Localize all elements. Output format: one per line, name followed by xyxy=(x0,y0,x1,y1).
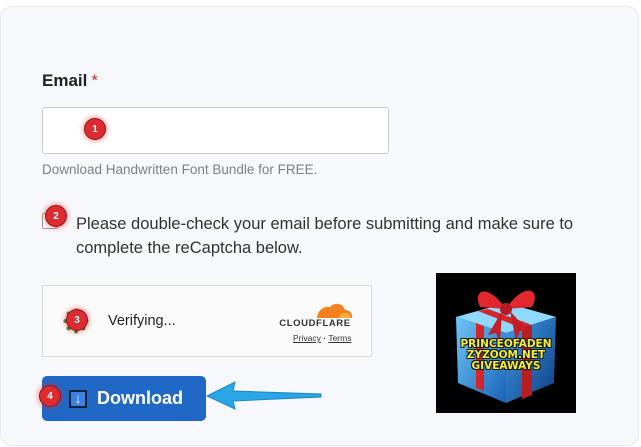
email-hint: Download Handwritten Font Bundle for FRE… xyxy=(42,162,318,177)
giveaway-gift-image: PRINCEOFADEN ZYZOOM.NET GIVEAWAYS xyxy=(436,273,576,413)
subscribe-form-card: Email * Download Handwritten Font Bundle … xyxy=(0,6,639,446)
download-button-label: Download xyxy=(97,388,183,408)
email-label-text: Email xyxy=(42,71,88,90)
annotation-badge-2: 2 xyxy=(45,205,67,227)
cloudflare-wordmark: CLOUDFLARE xyxy=(279,318,351,329)
download-arrow-icon: ↓ xyxy=(69,389,87,408)
email-label: Email * xyxy=(42,71,98,91)
required-asterisk: * xyxy=(91,71,98,90)
annotation-badge-4: 4 xyxy=(39,385,61,407)
annotation-badge-1: 1 xyxy=(84,118,106,140)
privacy-link[interactable]: Privacy xyxy=(293,333,321,343)
giveaway-text: PRINCEOFADEN ZYZOOM.NET GIVEAWAYS xyxy=(436,339,576,372)
terms-link[interactable]: Terms xyxy=(328,333,351,343)
confirm-text: Please double-check your email before su… xyxy=(76,215,574,257)
pointer-arrow-icon xyxy=(205,381,322,410)
cloudflare-captcha-widget[interactable]: Verifying... CLOUDFLARE Privacy · Terms xyxy=(42,285,372,357)
annotation-badge-3: 3 xyxy=(66,309,88,331)
link-separator: · xyxy=(323,333,327,343)
giveaway-line-3: GIVEAWAYS xyxy=(471,360,541,372)
verifying-status: Verifying... xyxy=(108,313,176,329)
download-button[interactable]: ↓ Download xyxy=(42,376,206,421)
captcha-links: Privacy · Terms xyxy=(293,333,351,343)
